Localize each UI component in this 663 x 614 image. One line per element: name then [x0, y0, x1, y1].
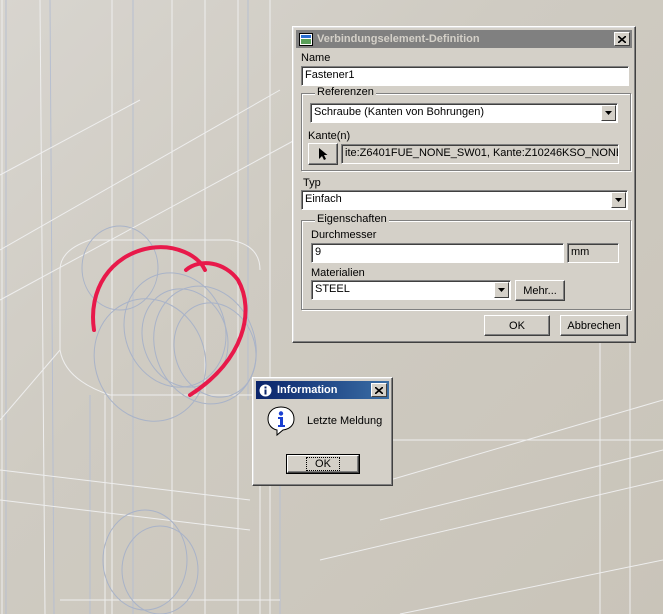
- cancel-button[interactable]: Abbrechen: [560, 315, 628, 336]
- dropdown-arrow-icon[interactable]: [601, 105, 616, 121]
- edges-label: Kante(n): [308, 130, 351, 142]
- info-close-button[interactable]: [371, 383, 387, 397]
- info-ok-button[interactable]: OK: [286, 454, 360, 474]
- diameter-input[interactable]: 9: [311, 243, 564, 263]
- information-dialog[interactable]: Information Letzte Meldung OK: [252, 377, 393, 486]
- materials-label: Materialien: [311, 267, 365, 279]
- name-label: Name: [301, 52, 331, 64]
- info-titlebar[interactable]: Information: [256, 381, 389, 399]
- material-value: STEEL: [315, 283, 350, 295]
- edges-field: ite:Z6401FUE_NONE_SW01, Kante:Z10246KSO_…: [341, 144, 619, 164]
- info-title: Information: [277, 384, 338, 396]
- reference-type-select[interactable]: Schraube (Kanten von Bohrungen): [310, 103, 618, 123]
- dialog-titlebar[interactable]: Verbindungselement-Definition: [296, 30, 632, 48]
- ok-button[interactable]: OK: [484, 315, 550, 336]
- properties-group-title: Eigenschaften: [315, 213, 389, 225]
- type-label: Typ: [303, 177, 321, 189]
- diameter-unit: mm: [567, 243, 619, 263]
- more-button[interactable]: Mehr...: [515, 280, 565, 301]
- references-group-title: Referenzen: [315, 86, 376, 98]
- fastener-definition-dialog[interactable]: Verbindungselement-Definition Name Faste…: [292, 26, 636, 343]
- dialog-title: Verbindungselement-Definition: [317, 33, 480, 45]
- type-value: Einfach: [305, 193, 342, 205]
- type-select[interactable]: Einfach: [301, 190, 628, 210]
- dropdown-arrow-icon[interactable]: [611, 192, 626, 208]
- cursor-arrow-icon: [319, 148, 328, 160]
- info-message: Letzte Meldung: [307, 415, 383, 427]
- name-input[interactable]: Fastener1: [301, 66, 629, 86]
- info-title-icon: [259, 384, 273, 397]
- app-icon: [299, 32, 313, 46]
- edge-select-button[interactable]: [308, 143, 338, 165]
- reference-type-value: Schraube (Kanten von Bohrungen): [314, 106, 485, 118]
- material-select[interactable]: STEEL: [311, 280, 511, 300]
- hole-outlines: [81, 225, 257, 614]
- information-icon: [265, 405, 297, 440]
- selected-edges-highlight: [91, 245, 248, 397]
- dropdown-arrow-icon[interactable]: [494, 282, 509, 298]
- close-icon: [375, 386, 383, 394]
- diameter-label: Durchmesser: [311, 229, 377, 241]
- close-icon: [618, 35, 626, 43]
- info-ok-label: OK: [306, 457, 340, 471]
- close-button[interactable]: [614, 32, 630, 46]
